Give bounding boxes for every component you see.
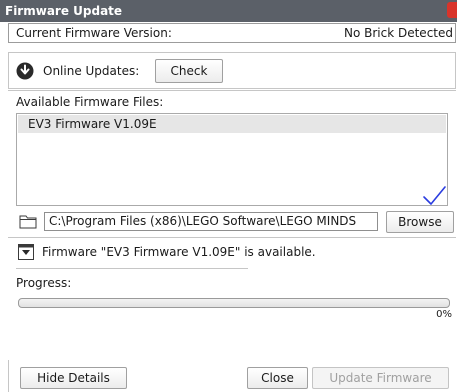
close-button[interactable]: Close: [247, 367, 308, 389]
current-firmware-row: Current Firmware Version: No Brick Detec…: [8, 23, 456, 43]
title-bar: Firmware Update: [0, 0, 457, 22]
firmware-file-list[interactable]: EV3 Firmware V1.09E: [16, 113, 448, 206]
firmware-path-input[interactable]: C:\Program Files (x86)\LEGO Software\LEG…: [44, 212, 378, 231]
progress-label: Progress:: [16, 276, 72, 290]
available-firmware-label: Available Firmware Files:: [16, 95, 164, 109]
window-title: Firmware Update: [5, 4, 123, 18]
update-firmware-button[interactable]: Update Firmware: [312, 367, 449, 389]
browse-button[interactable]: Browse: [386, 211, 454, 233]
checkmark-icon: [423, 186, 446, 205]
expand-toggle-icon[interactable]: [18, 244, 34, 260]
firmware-available-message: Firmware "EV3 Firmware V1.09E" is availa…: [42, 245, 316, 259]
progress-percent: 0%: [436, 309, 452, 320]
current-firmware-label: Current Firmware Version:: [16, 26, 172, 40]
list-item[interactable]: EV3 Firmware V1.09E: [18, 115, 446, 133]
online-updates-label: Online Updates:: [43, 64, 140, 78]
online-updates-row: Online Updates: Check: [8, 52, 456, 89]
close-window-icon[interactable]: [447, 2, 457, 18]
hide-details-button[interactable]: Hide Details: [20, 367, 127, 389]
footer-edge: [8, 360, 9, 392]
download-circle-icon: [16, 62, 34, 80]
progress-bar: [18, 298, 450, 308]
check-button[interactable]: Check: [155, 59, 223, 83]
divider: [16, 268, 248, 269]
current-firmware-value: No Brick Detected: [343, 26, 453, 40]
folder-icon[interactable]: [19, 213, 37, 229]
